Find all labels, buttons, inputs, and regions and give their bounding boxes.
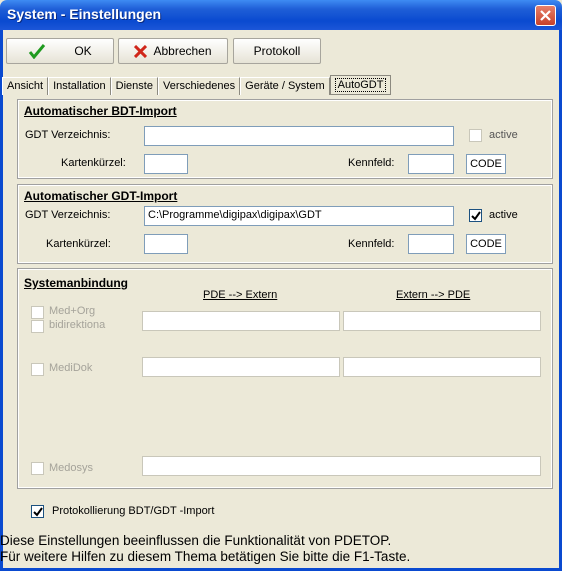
bdt-code-button[interactable]: CODE <box>466 154 506 174</box>
status-line-1: Diese Einstellungen beeinflussen die Fun… <box>0 533 392 548</box>
check-icon <box>29 44 46 59</box>
checkmark-icon <box>33 507 43 517</box>
medorg-label: Med+Org <box>49 305 96 317</box>
bdt-card-input[interactable] <box>144 154 188 174</box>
status-text: Diese Einstellungen beeinflussen die Fun… <box>0 533 562 565</box>
close-icon <box>540 10 551 21</box>
ok-button[interactable]: OK <box>6 38 114 64</box>
title-bar[interactable]: System - Einstellungen <box>0 0 562 30</box>
medorg-checkbox[interactable] <box>31 306 44 319</box>
gdt-active-label: active <box>489 209 518 221</box>
system-binding-title: Systemanbindung <box>24 276 129 290</box>
close-button[interactable] <box>535 5 556 26</box>
bdt-active-checkbox[interactable] <box>469 129 482 142</box>
tab-label: AutoGDT <box>334 78 387 92</box>
bdt-dir-label: GDT Verzeichnis: <box>25 129 111 141</box>
medosys-checkbox[interactable] <box>31 462 44 475</box>
gdt-import-title: Automatischer GDT-Import <box>24 189 178 203</box>
x-icon <box>134 44 148 58</box>
protocol-label: Protokoll <box>253 44 301 58</box>
bdt-field-label: Kennfeld: <box>348 157 395 169</box>
tab-label: Installation <box>53 80 106 92</box>
tab-label: Ansicht <box>7 80 44 92</box>
status-line-2: Für weitere Hilfen zu diesem Thema betät… <box>0 549 411 564</box>
medorg-pde-extern-input[interactable] <box>142 311 340 331</box>
tab-autogdt[interactable]: AutoGDT <box>329 75 392 95</box>
tab-bar: Ansicht Installation Dienste Verschieden… <box>2 75 392 95</box>
cancel-label: Abbrechen <box>153 44 212 58</box>
tab-label: Dienste <box>115 80 153 92</box>
gdt-card-input[interactable] <box>144 234 188 254</box>
extern-pde-header: Extern --> PDE <box>396 289 471 301</box>
tab-ansicht[interactable]: Ansicht <box>2 77 49 95</box>
tab-geraete-system[interactable]: Geräte / System <box>240 77 330 95</box>
bdt-field-input[interactable] <box>408 154 454 174</box>
ok-label: OK <box>74 44 92 58</box>
medidok-pde-extern-input[interactable] <box>142 357 340 377</box>
cancel-button[interactable]: Abbrechen <box>118 38 228 64</box>
checkmark-icon <box>471 211 481 221</box>
medosys-input[interactable] <box>142 456 541 476</box>
gdt-card-label: Kartenkürzel: <box>46 238 111 250</box>
window-title: System - Einstellungen <box>7 6 162 22</box>
bidirectional-checkbox[interactable] <box>31 320 44 333</box>
tab-installation[interactable]: Installation <box>48 77 111 95</box>
logging-label: Protokollierung BDT/GDT -Import <box>52 505 215 517</box>
gdt-field-label: Kennfeld: <box>348 238 395 250</box>
bdt-active-label: active <box>489 129 518 141</box>
medorg-extern-pde-input[interactable] <box>343 311 541 331</box>
gdt-field-input[interactable] <box>408 234 454 254</box>
gdt-dir-input[interactable]: C:\Programme\digipax\digipax\GDT <box>144 206 454 226</box>
pde-extern-header: PDE --> Extern <box>203 289 278 301</box>
bidirectional-label: bidirektiona <box>49 319 106 331</box>
bdt-import-title: Automatischer BDT-Import <box>24 104 177 118</box>
tab-label: Verschiedenes <box>162 80 236 92</box>
medidok-checkbox[interactable] <box>31 363 44 376</box>
medidok-label: MediDok <box>49 362 93 374</box>
medosys-label: Medosys <box>49 462 94 474</box>
protocol-button[interactable]: Protokoll <box>233 38 321 64</box>
tab-verschiedenes[interactable]: Verschiedenes <box>157 77 241 95</box>
gdt-dir-label: GDT Verzeichnis: <box>25 209 111 221</box>
medidok-extern-pde-input[interactable] <box>343 357 541 377</box>
bdt-dir-input[interactable] <box>144 126 454 146</box>
tab-dienste[interactable]: Dienste <box>110 77 158 95</box>
tab-label: Geräte / System <box>245 80 325 92</box>
bdt-card-label: Kartenkürzel: <box>61 157 126 169</box>
gdt-active-checkbox[interactable] <box>469 209 482 222</box>
gdt-code-button[interactable]: CODE <box>466 234 506 254</box>
logging-checkbox[interactable] <box>31 505 44 518</box>
